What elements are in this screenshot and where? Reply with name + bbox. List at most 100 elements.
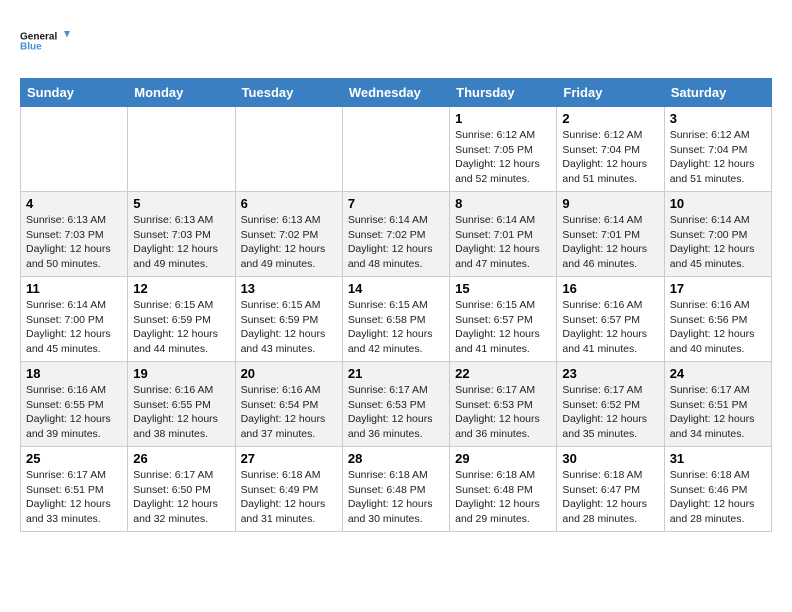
day-info: Sunrise: 6:16 AMSunset: 6:57 PMDaylight:… [562,298,658,357]
day-number: 21 [348,366,444,381]
day-info: Sunrise: 6:17 AMSunset: 6:51 PMDaylight:… [26,468,122,527]
column-header-wednesday: Wednesday [342,79,449,107]
calendar-cell: 18 Sunrise: 6:16 AMSunset: 6:55 PMDayligh… [21,362,128,447]
calendar-table: SundayMondayTuesdayWednesdayThursdayFrid… [20,78,772,532]
day-info: Sunrise: 6:18 AMSunset: 6:46 PMDaylight:… [670,468,766,527]
header-row: SundayMondayTuesdayWednesdayThursdayFrid… [21,79,772,107]
calendar-cell: 16 Sunrise: 6:16 AMSunset: 6:57 PMDayligh… [557,277,664,362]
day-number: 12 [133,281,229,296]
day-number: 14 [348,281,444,296]
calendar-cell: 23 Sunrise: 6:17 AMSunset: 6:52 PMDayligh… [557,362,664,447]
calendar-cell: 4 Sunrise: 6:13 AMSunset: 7:03 PMDaylight… [21,192,128,277]
calendar-cell: 31 Sunrise: 6:18 AMSunset: 6:46 PMDayligh… [664,447,771,532]
calendar-cell: 20 Sunrise: 6:16 AMSunset: 6:54 PMDayligh… [235,362,342,447]
calendar-cell: 8 Sunrise: 6:14 AMSunset: 7:01 PMDaylight… [450,192,557,277]
calendar-cell: 28 Sunrise: 6:18 AMSunset: 6:48 PMDayligh… [342,447,449,532]
day-number: 23 [562,366,658,381]
day-number: 25 [26,451,122,466]
day-info: Sunrise: 6:17 AMSunset: 6:50 PMDaylight:… [133,468,229,527]
calendar-cell: 29Sunrise: 6:18 AMSunset: 6:48 PMDayligh… [450,447,557,532]
day-number: 19 [133,366,229,381]
calendar-cell: 10 Sunrise: 6:14 AMSunset: 7:00 PMDayligh… [664,192,771,277]
day-info: Sunrise: 6:15 AMSunset: 6:59 PMDaylight:… [133,298,229,357]
column-header-thursday: Thursday [450,79,557,107]
day-info: Sunrise: 6:13 AMSunset: 7:03 PMDaylight:… [133,213,229,272]
day-info: Sunrise: 6:16 AMSunset: 6:55 PMDaylight:… [26,383,122,442]
day-number: 15 [455,281,551,296]
day-number: 31 [670,451,766,466]
day-info: Sunrise: 6:17 AMSunset: 6:51 PMDaylight:… [670,383,766,442]
day-info: Sunrise: 6:18 AMSunset: 6:47 PMDaylight:… [562,468,658,527]
day-info: Sunrise: 6:17 AMSunset: 6:52 PMDaylight:… [562,383,658,442]
day-number: 16 [562,281,658,296]
day-info: Sunrise: 6:17 AMSunset: 6:53 PMDaylight:… [455,383,551,442]
day-number: 11 [26,281,122,296]
day-info: Sunrise: 6:12 AMSunset: 7:04 PMDaylight:… [670,128,766,187]
calendar-cell [128,107,235,192]
logo-svg: General Blue [20,20,70,62]
column-header-tuesday: Tuesday [235,79,342,107]
day-info: Sunrise: 6:16 AMSunset: 6:54 PMDaylight:… [241,383,337,442]
day-info: Sunrise: 6:14 AMSunset: 7:02 PMDaylight:… [348,213,444,272]
calendar-cell: 6 Sunrise: 6:13 AMSunset: 7:02 PMDaylight… [235,192,342,277]
day-number: 3 [670,111,766,126]
day-info: Sunrise: 6:18 AMSunset: 6:48 PMDaylight:… [348,468,444,527]
day-number: 7 [348,196,444,211]
week-row-3: 11 Sunrise: 6:14 AMSunset: 7:00 PMDayligh… [21,277,772,362]
calendar-cell: 14 Sunrise: 6:15 AMSunset: 6:58 PMDayligh… [342,277,449,362]
day-number: 17 [670,281,766,296]
calendar-cell: 12 Sunrise: 6:15 AMSunset: 6:59 PMDayligh… [128,277,235,362]
week-row-4: 18 Sunrise: 6:16 AMSunset: 6:55 PMDayligh… [21,362,772,447]
day-info: Sunrise: 6:12 AMSunset: 7:04 PMDaylight:… [562,128,658,187]
calendar-cell: 25 Sunrise: 6:17 AMSunset: 6:51 PMDayligh… [21,447,128,532]
day-number: 8 [455,196,551,211]
day-number: 4 [26,196,122,211]
day-info: Sunrise: 6:14 AMSunset: 7:00 PMDaylight:… [26,298,122,357]
logo: General Blue [20,20,70,62]
svg-text:Blue: Blue [20,42,42,53]
calendar-cell: 22 Sunrise: 6:17 AMSunset: 6:53 PMDayligh… [450,362,557,447]
calendar-cell: 15 Sunrise: 6:15 AMSunset: 6:57 PMDayligh… [450,277,557,362]
svg-text:General: General [20,32,57,43]
calendar-cell [342,107,449,192]
day-number: 30 [562,451,658,466]
day-info: Sunrise: 6:14 AMSunset: 7:00 PMDaylight:… [670,213,766,272]
column-header-friday: Friday [557,79,664,107]
day-number: 18 [26,366,122,381]
day-number: 22 [455,366,551,381]
calendar-cell: 27 Sunrise: 6:18 AMSunset: 6:49 PMDayligh… [235,447,342,532]
week-row-1: 1 Sunrise: 6:12 AMSunset: 7:05 PMDaylight… [21,107,772,192]
day-info: Sunrise: 6:13 AMSunset: 7:03 PMDaylight:… [26,213,122,272]
day-number: 5 [133,196,229,211]
day-number: 10 [670,196,766,211]
day-info: Sunrise: 6:15 AMSunset: 6:57 PMDaylight:… [455,298,551,357]
week-row-5: 25 Sunrise: 6:17 AMSunset: 6:51 PMDayligh… [21,447,772,532]
day-number: 13 [241,281,337,296]
calendar-cell: 30 Sunrise: 6:18 AMSunset: 6:47 PMDayligh… [557,447,664,532]
day-number: 27 [241,451,337,466]
calendar-cell: 24 Sunrise: 6:17 AMSunset: 6:51 PMDayligh… [664,362,771,447]
day-number: 9 [562,196,658,211]
day-number: 2 [562,111,658,126]
day-info: Sunrise: 6:13 AMSunset: 7:02 PMDaylight:… [241,213,337,272]
day-number: 1 [455,111,551,126]
day-info: Sunrise: 6:16 AMSunset: 6:56 PMDaylight:… [670,298,766,357]
calendar-cell: 2 Sunrise: 6:12 AMSunset: 7:04 PMDaylight… [557,107,664,192]
day-info: Sunrise: 6:14 AMSunset: 7:01 PMDaylight:… [455,213,551,272]
header: General Blue [20,20,772,62]
day-number: 6 [241,196,337,211]
day-info: Sunrise: 6:15 AMSunset: 6:58 PMDaylight:… [348,298,444,357]
calendar-cell: 17 Sunrise: 6:16 AMSunset: 6:56 PMDayligh… [664,277,771,362]
column-header-saturday: Saturday [664,79,771,107]
day-info: Sunrise: 6:18 AMSunset: 6:49 PMDaylight:… [241,468,337,527]
calendar-cell: 7 Sunrise: 6:14 AMSunset: 7:02 PMDaylight… [342,192,449,277]
calendar-cell: 11 Sunrise: 6:14 AMSunset: 7:00 PMDayligh… [21,277,128,362]
calendar-cell [235,107,342,192]
day-info: Sunrise: 6:17 AMSunset: 6:53 PMDaylight:… [348,383,444,442]
day-number: 24 [670,366,766,381]
calendar-cell: 1 Sunrise: 6:12 AMSunset: 7:05 PMDaylight… [450,107,557,192]
day-number: 28 [348,451,444,466]
week-row-2: 4 Sunrise: 6:13 AMSunset: 7:03 PMDaylight… [21,192,772,277]
day-info: Sunrise: 6:12 AMSunset: 7:05 PMDaylight:… [455,128,551,187]
day-number: 20 [241,366,337,381]
